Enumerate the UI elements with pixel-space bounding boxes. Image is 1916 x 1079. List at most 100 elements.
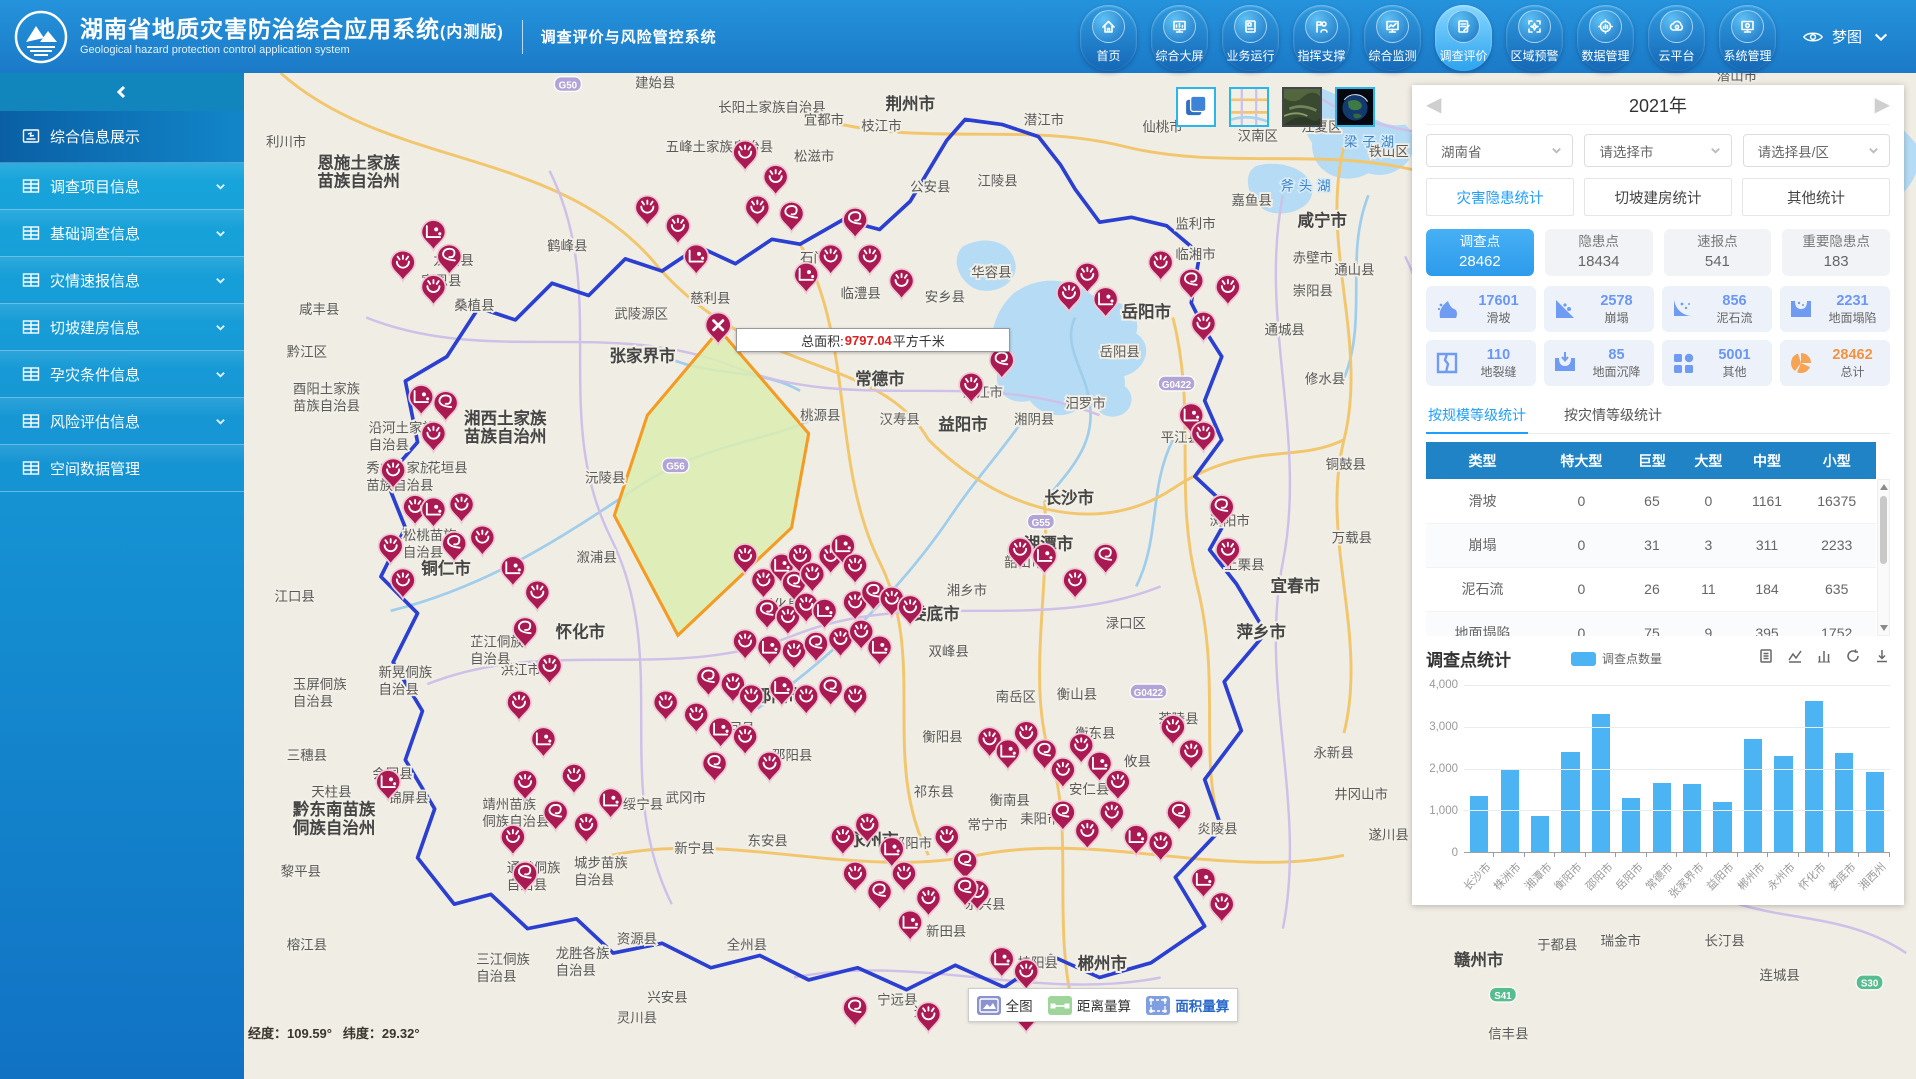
- hazard-point-marker[interactable]: [843, 996, 867, 1026]
- subtab-按灾情等级统计[interactable]: 按灾情等级统计: [1562, 399, 1664, 433]
- refresh-icon[interactable]: [1845, 648, 1861, 669]
- street-thumbnail[interactable]: [1229, 87, 1269, 127]
- hazard-point-marker[interactable]: [867, 636, 891, 666]
- hazard-point-marker[interactable]: [935, 825, 959, 855]
- hazard-point-marker[interactable]: [1014, 959, 1038, 989]
- hazard-point-marker[interactable]: [434, 391, 458, 421]
- tab-灾害隐患统计[interactable]: 灾害隐患统计: [1426, 178, 1574, 216]
- region-select-2[interactable]: 请选择县/区: [1743, 134, 1890, 167]
- hazard-point-marker[interactable]: [684, 703, 708, 733]
- sidebar-item-调查项目信息[interactable]: 调查项目信息: [0, 163, 244, 210]
- hazard-point-marker[interactable]: [1179, 269, 1203, 299]
- hazard-point-marker[interactable]: [1094, 544, 1118, 574]
- region-select-1[interactable]: 请选择市: [1584, 134, 1731, 167]
- hazard-point-marker[interactable]: [501, 556, 525, 586]
- hazard-point-marker[interactable]: [1100, 801, 1124, 831]
- hazard-point-marker[interactable]: [739, 684, 763, 714]
- hazard-point-marker[interactable]: [843, 208, 867, 238]
- line-chart-icon[interactable]: [1787, 648, 1803, 669]
- hazard-point-marker[interactable]: [470, 526, 494, 556]
- region-select-0[interactable]: 湖南省: [1426, 134, 1573, 167]
- tab-其他统计[interactable]: 其他统计: [1742, 178, 1890, 216]
- hazard-point-marker[interactable]: [709, 717, 733, 747]
- hazard-point-marker[interactable]: [733, 725, 757, 755]
- hazard-point-marker[interactable]: [421, 422, 445, 452]
- download-icon[interactable]: [1874, 648, 1890, 669]
- sidebar-item-孕灾条件信息[interactable]: 孕灾条件信息: [0, 351, 244, 398]
- hazard-point-marker[interactable]: [858, 244, 882, 274]
- sidebar-item-灾情速报信息[interactable]: 灾情速报信息: [0, 257, 244, 304]
- hazard-point-marker[interactable]: [843, 554, 867, 584]
- hazard-point-marker[interactable]: [812, 599, 836, 629]
- hazard-point-marker[interactable]: [1191, 312, 1215, 342]
- summary-card-速报点[interactable]: 速报点541: [1664, 229, 1772, 276]
- sidebar-item-基础调查信息[interactable]: 基础调查信息: [0, 210, 244, 257]
- sidebar-item-空间数据管理[interactable]: 空间数据管理: [0, 445, 244, 492]
- hazard-point-marker[interactable]: [501, 825, 525, 855]
- bar-湘潭市[interactable]: [1531, 816, 1549, 852]
- hazard-point-marker[interactable]: [635, 196, 659, 226]
- bar-张家界市[interactable]: [1683, 784, 1701, 852]
- hazard-point-marker[interactable]: [757, 752, 781, 782]
- hazard-point-marker[interactable]: [916, 886, 940, 916]
- tab-切坡建房统计[interactable]: 切坡建房统计: [1584, 178, 1732, 216]
- nav-item-指挥支撑[interactable]: 指挥支撑: [1293, 5, 1350, 71]
- hazard-point-marker[interactable]: [696, 666, 720, 696]
- map-tool-面积量算[interactable]: 面积量算: [1146, 995, 1229, 1015]
- bar-常德市[interactable]: [1653, 783, 1671, 852]
- next-year-button[interactable]: ▶: [1875, 95, 1890, 115]
- user-menu[interactable]: 梦图: [1802, 26, 1892, 47]
- hazard-point-marker[interactable]: [733, 141, 757, 171]
- bar-怀化市[interactable]: [1805, 701, 1823, 852]
- hazard-point-marker[interactable]: [654, 691, 678, 721]
- map-tool-全图[interactable]: 全图: [977, 995, 1033, 1015]
- hazard-point-marker[interactable]: [391, 251, 415, 281]
- hazard-point-marker[interactable]: [525, 581, 549, 611]
- hazard-point-marker[interactable]: [990, 947, 1014, 977]
- hazard-point-marker[interactable]: [794, 684, 818, 714]
- nav-item-调查评价[interactable]: 调查评价: [1435, 5, 1492, 71]
- hazard-point-marker[interactable]: [562, 764, 586, 794]
- summary-card-调查点[interactable]: 调查点28462: [1426, 229, 1534, 276]
- chart-legend[interactable]: 调查点数量: [1571, 650, 1662, 667]
- hazard-point-marker[interactable]: [1216, 275, 1240, 305]
- hazard-point-marker[interactable]: [1191, 868, 1215, 898]
- hazard-point-marker[interactable]: [599, 788, 623, 818]
- hazard-point-marker[interactable]: [794, 263, 818, 293]
- hazard-point-marker[interactable]: [1161, 715, 1185, 745]
- hazard-point-marker[interactable]: [1063, 568, 1087, 598]
- scrollbar-thumb[interactable]: [1880, 496, 1887, 564]
- globe-thumbnail[interactable]: [1335, 87, 1375, 127]
- data-view-icon[interactable]: [1758, 648, 1774, 669]
- hazard-point-marker[interactable]: [1167, 801, 1191, 831]
- nav-item-系统管理[interactable]: 系统管理: [1719, 5, 1776, 71]
- hazard-point-marker[interactable]: [531, 727, 555, 757]
- hazard-point-marker[interactable]: [916, 1002, 940, 1032]
- hazard-point-marker[interactable]: [1106, 770, 1130, 800]
- layers-button[interactable]: [1176, 87, 1216, 127]
- hazard-point-marker[interactable]: [779, 202, 803, 232]
- hazard-point-marker[interactable]: [449, 493, 473, 523]
- bar-郴州市[interactable]: [1744, 739, 1762, 852]
- sidebar-item-综合信息展示[interactable]: 综合信息展示: [0, 111, 244, 163]
- hazard-point-marker[interactable]: [1179, 739, 1203, 769]
- nav-item-区域预警[interactable]: 区域预警: [1506, 5, 1563, 71]
- hazard-point-marker[interactable]: [513, 770, 537, 800]
- hazard-point-marker[interactable]: [379, 534, 403, 564]
- sidebar-item-切坡建房信息[interactable]: 切坡建房信息: [0, 304, 244, 351]
- scroll-up-arrow[interactable]: [1880, 484, 1888, 490]
- hazard-point-marker[interactable]: [745, 196, 769, 226]
- summary-card-重要隐患点[interactable]: 重要隐患点183: [1782, 229, 1890, 276]
- hazard-point-marker[interactable]: [831, 825, 855, 855]
- scroll-down-arrow[interactable]: [1880, 625, 1888, 631]
- hazard-point-marker[interactable]: [507, 691, 531, 721]
- table-scrollbar[interactable]: [1877, 479, 1890, 636]
- sidebar-collapse-button[interactable]: [0, 73, 244, 111]
- hazard-point-marker[interactable]: [892, 862, 916, 892]
- summary-card-隐患点[interactable]: 隐患点18434: [1545, 229, 1653, 276]
- satellite-thumbnail[interactable]: [1282, 87, 1322, 127]
- map-tool-距离量算[interactable]: 距离量算: [1048, 995, 1131, 1015]
- hazard-point-marker[interactable]: [757, 636, 781, 666]
- bar-永州市[interactable]: [1774, 756, 1792, 852]
- sidebar-item-风险评估信息[interactable]: 风险评估信息: [0, 398, 244, 445]
